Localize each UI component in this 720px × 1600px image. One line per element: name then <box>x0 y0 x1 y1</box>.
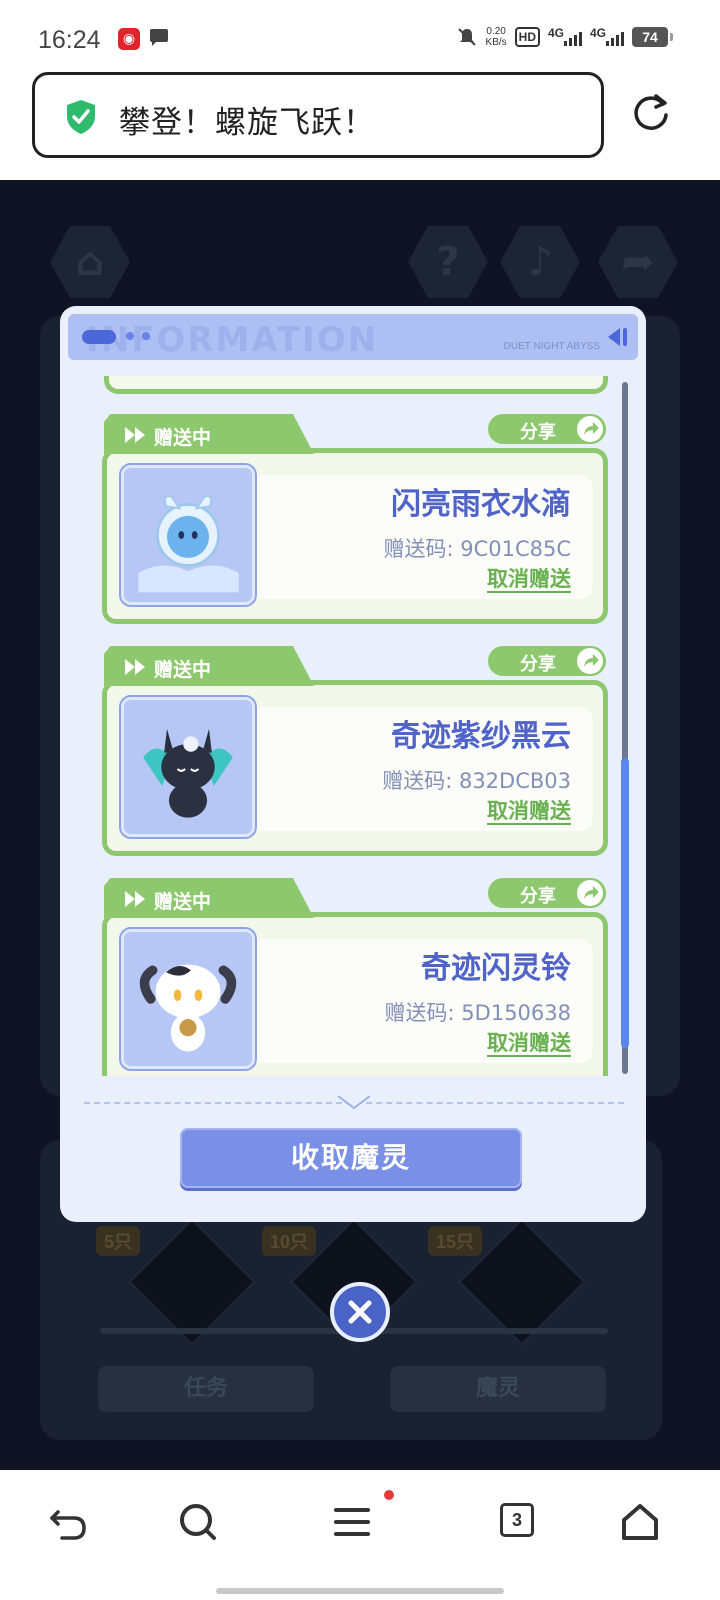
card-body: 奇迹紫纱黑云 赠送码: 832DCB03 取消赠送 <box>102 680 608 856</box>
status-label: 赠送中 <box>154 427 212 449</box>
share-label: 分享 <box>520 654 556 675</box>
status-tab: 赠送中 <box>104 646 314 686</box>
share-button[interactable]: 分享 <box>488 878 606 908</box>
share-arrow-icon <box>577 416 603 442</box>
gift-card: 奇迹闪灵铃 赠送码: 5D150638 取消赠送 赠送中 分享 <box>100 878 608 1076</box>
chevron-down-icon <box>337 1095 371 1110</box>
share-icon: ➦ <box>598 226 678 298</box>
spirit-thumbnail <box>121 697 255 837</box>
header-decoration <box>82 330 116 344</box>
shield-check-icon <box>67 100 95 134</box>
netease-music-icon: ◉ <box>118 28 140 50</box>
address-bar[interactable]: 攀登！螺旋飞跃！ <box>32 72 604 158</box>
reload-icon[interactable] <box>630 92 672 134</box>
scrollbar-thumb[interactable] <box>621 758 629 1048</box>
gift-list-modal: INFORMATION DUET NIGHT ABYSS 闪亮雨衣水滴 赠送码:… <box>60 306 646 1222</box>
gift-code: 赠送码: 5D150638 <box>384 1001 571 1025</box>
gift-code: 赠送码: 9C01C85C <box>383 537 571 561</box>
header-decoration <box>126 332 134 340</box>
help-icon: ? <box>408 226 488 298</box>
music-icon: ♪ <box>500 226 580 298</box>
spirit-name: 奇迹紫纱黑云 <box>391 719 571 754</box>
search-icon[interactable] <box>174 1498 222 1546</box>
reward-badge: 15只 <box>428 1226 483 1256</box>
signal-icon: 4G <box>548 26 582 48</box>
tasks-tab: 任务 <box>98 1366 314 1412</box>
card-body: 闪亮雨衣水滴 赠送码: 9C01C85C 取消赠送 <box>102 448 608 624</box>
card-body: 奇迹闪灵铃 赠送码: 5D150638 取消赠送 <box>102 912 608 1076</box>
header-decoration <box>142 332 150 340</box>
signal-label: 4G <box>548 26 565 40</box>
close-icon <box>348 1300 372 1324</box>
cancel-gift-link[interactable]: 取消赠送 <box>487 1031 571 1057</box>
share-arrow-icon <box>577 648 603 674</box>
previous-card-edge <box>104 376 608 394</box>
menu-icon[interactable] <box>328 1498 376 1546</box>
browser-bottom-nav <box>0 1470 720 1600</box>
gift-code: 赠送码: 832DCB03 <box>382 769 571 793</box>
hd-badge: HD <box>514 27 540 47</box>
modal-header: INFORMATION DUET NIGHT ABYSS <box>68 314 638 360</box>
spirit-name: 闪亮雨衣水滴 <box>391 487 571 522</box>
status-bar: 16:24 ◉ 0.20 KB/s HD 4G 4G 74 <box>0 0 720 70</box>
fast-forward-icon <box>125 659 145 675</box>
spirit-name: 奇迹闪灵铃 <box>421 951 571 986</box>
signal-label: 4G <box>590 26 607 40</box>
close-modal-button[interactable] <box>330 1282 390 1342</box>
share-label: 分享 <box>520 422 556 443</box>
net-speed-value: 0.20 <box>486 26 506 37</box>
net-speed: 0.20 KB/s <box>486 26 507 48</box>
signal-icon: 4G <box>590 26 624 48</box>
share-button[interactable]: 分享 <box>488 414 606 444</box>
reward-badge: 10只 <box>262 1226 317 1256</box>
reward-badge: 5只 <box>96 1226 141 1256</box>
fast-forward-icon <box>125 427 145 443</box>
status-label: 赠送中 <box>154 891 212 913</box>
collapse-icon <box>608 328 627 346</box>
cancel-gift-link[interactable]: 取消赠送 <box>487 567 571 593</box>
gift-list[interactable]: 闪亮雨衣水滴 赠送码: 9C01C85C 取消赠送 赠送中 分享 奇迹紫纱黑云 … <box>100 376 620 1076</box>
status-label: 赠送中 <box>154 659 212 681</box>
home-indicator <box>216 1588 504 1594</box>
net-speed-unit: KB/s <box>485 37 507 48</box>
home-icon: ⌂ <box>50 226 130 298</box>
share-arrow-icon <box>577 880 603 906</box>
spirit-thumbnail <box>121 929 255 1069</box>
spirits-tab: 魔灵 <box>390 1366 606 1412</box>
notification-dot <box>384 1490 394 1500</box>
header-watermark: INFORMATION <box>86 320 379 360</box>
battery-icon: 74 <box>632 27 673 47</box>
message-icon <box>150 29 168 46</box>
spirit-thumbnail <box>121 465 255 605</box>
status-tab: 赠送中 <box>104 414 314 454</box>
home-icon[interactable] <box>616 1498 664 1546</box>
fast-forward-icon <box>125 891 145 907</box>
share-button[interactable]: 分享 <box>488 646 606 676</box>
collect-spirits-button[interactable]: 收取魔灵 <box>180 1128 522 1188</box>
gift-card: 奇迹紫纱黑云 赠送码: 832DCB03 取消赠送 赠送中 分享 <box>100 646 608 858</box>
status-time: 16:24 <box>38 26 101 54</box>
cancel-gift-link[interactable]: 取消赠送 <box>487 799 571 825</box>
mute-icon <box>457 28 476 46</box>
gift-card: 闪亮雨衣水滴 赠送码: 9C01C85C 取消赠送 赠送中 分享 <box>100 414 608 626</box>
share-label: 分享 <box>520 886 556 907</box>
header-brand: DUET NIGHT ABYSS <box>503 341 600 352</box>
back-icon[interactable] <box>44 1498 92 1546</box>
status-tab: 赠送中 <box>104 878 314 918</box>
page-title: 攀登！螺旋飞跃！ <box>119 105 375 141</box>
tabs-button[interactable]: 3 <box>500 1503 534 1537</box>
